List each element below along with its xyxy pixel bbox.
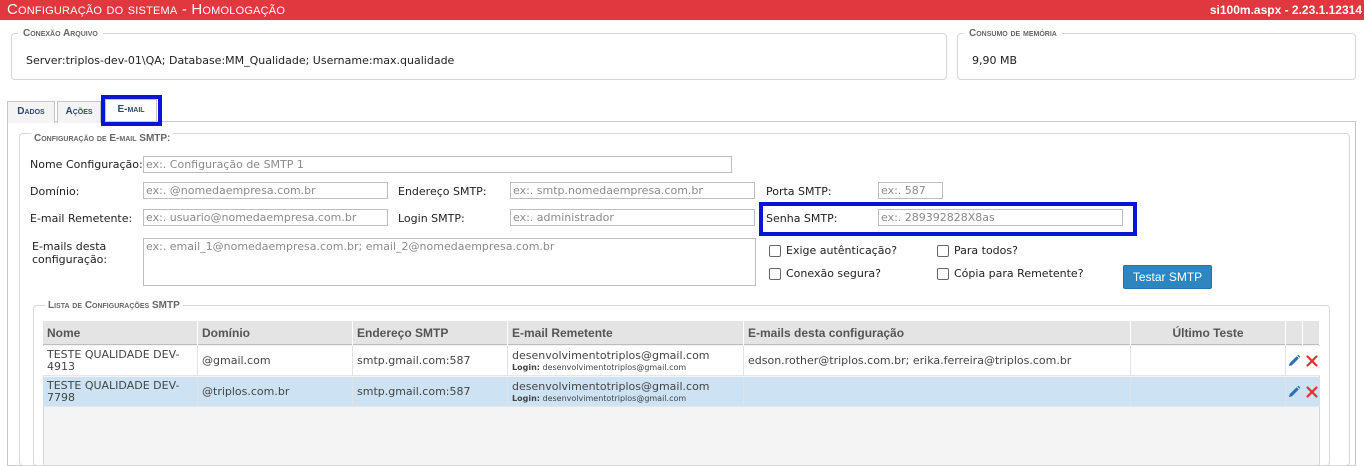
emails-configuracao-label-line2: configuração: [32, 253, 108, 266]
endereco-smtp-input[interactable] [510, 182, 755, 199]
endereco-smtp-label: Endereço SMTP: [398, 185, 487, 198]
emails-configuracao-textarea[interactable] [143, 238, 756, 286]
login-smtp-label: Login SMTP: [398, 212, 465, 225]
cell-remetente-login: Login: desenvolvimentotriplos@gmail.com [512, 362, 743, 373]
email-remetente-input[interactable] [143, 209, 388, 226]
title-bar: Configuração do sistema - Homologação si… [0, 0, 1364, 20]
cell-remetente: desenvolvimentotriplos@gmail.com Login: … [508, 346, 744, 376]
cell-emails: edson.rother@triplos.com.br; erika.ferre… [744, 346, 1131, 376]
testar-smtp-button[interactable]: Testar SMTP [1123, 265, 1212, 289]
login-label: Login: [512, 393, 540, 403]
senha-smtp-highlight [759, 202, 1137, 236]
cell-remetente: desenvolvimentotriplos@gmail.com Login: … [508, 377, 744, 407]
grid-header: Nome Domínio Endereço SMTP E-mail Remete… [43, 321, 1320, 345]
page-title: Configuração do sistema - Homologação [7, 1, 286, 18]
email-remetente-label: E-mail Remetente: [30, 212, 133, 225]
tab-acoes[interactable]: Ações [57, 101, 101, 123]
cell-nome: TESTE QUALIDADE DEV- 4913 [43, 346, 198, 376]
emails-configuracao-label: E-mails desta configuração: [32, 240, 107, 266]
cell-dominio: @triplos.com.br [198, 377, 353, 407]
conexao-arquivo-value: Server:triplos-dev-01\QA; Database:MM_Qu… [26, 54, 455, 67]
copia-remetente-box[interactable] [937, 267, 949, 280]
login-value: desenvolvimentotriplos@gmail.com [542, 393, 687, 403]
tab-email-highlight [101, 95, 162, 126]
cell-emails [744, 377, 1131, 407]
column-header-dominio[interactable]: Domínio [198, 321, 353, 345]
login-smtp-input[interactable] [510, 209, 755, 226]
para-todos-checkbox[interactable]: Para todos? [937, 244, 1018, 257]
conexao-segura-box[interactable] [769, 267, 781, 280]
cell-nome-line2: 7798 [47, 391, 75, 404]
column-header-delete [1303, 321, 1320, 345]
tab-dados[interactable]: Dados [7, 101, 55, 123]
edit-icon[interactable] [1287, 385, 1301, 399]
cell-nome: TESTE QUALIDADE DEV- 7798 [43, 377, 198, 407]
cell-remetente-email: desenvolvimentotriplos@gmail.com [512, 348, 710, 362]
cell-nome-line2: 4913 [47, 360, 75, 373]
column-header-ultimo-teste[interactable]: Último Teste [1131, 321, 1286, 345]
conexao-segura-checkbox[interactable]: Conexão segura? [769, 267, 881, 280]
cell-remetente-login: Login: desenvolvimentotriplos@gmail.com [512, 393, 743, 404]
table-row[interactable]: TESTE QUALIDADE DEV- 4913 @gmail.com smt… [43, 346, 1320, 376]
version-label: si100m.aspx - 2.23.1.12314 [1209, 3, 1362, 17]
column-header-edit [1286, 321, 1303, 345]
copia-remetente-label: Cópia para Remetente? [954, 267, 1084, 280]
cell-ultimo-teste [1131, 377, 1286, 407]
porta-smtp-label: Porta SMTP: [766, 185, 832, 198]
para-todos-label: Para todos? [954, 244, 1018, 257]
login-value: desenvolvimentotriplos@gmail.com [542, 362, 687, 372]
delete-icon[interactable] [1305, 354, 1319, 368]
table-row[interactable]: TESTE QUALIDADE DEV- 7798 @triplos.com.b… [43, 377, 1320, 407]
nome-configuracao-label: Nome Configuração: [30, 158, 143, 171]
cell-ultimo-teste [1131, 346, 1286, 376]
delete-icon[interactable] [1305, 385, 1319, 399]
smtp-config-legend: Configuração de E-mail SMTP: [31, 133, 174, 144]
edit-icon[interactable] [1287, 354, 1301, 368]
dominio-input[interactable] [143, 182, 388, 199]
exige-autenticacao-checkbox[interactable]: Exige autênticação? [769, 244, 897, 257]
column-header-endereco[interactable]: Endereço SMTP [353, 321, 508, 345]
cell-endereco: smtp.gmail.com:587 [353, 377, 508, 407]
login-label: Login: [512, 362, 540, 372]
conexao-segura-label: Conexão segura? [786, 267, 881, 280]
consumo-memoria-value: 9,90 MB [972, 54, 1018, 67]
para-todos-box[interactable] [937, 244, 949, 257]
copia-remetente-checkbox[interactable]: Cópia para Remetente? [937, 267, 1084, 280]
exige-autenticacao-box[interactable] [769, 244, 781, 257]
emails-configuracao-label-line1: E-mails desta [32, 240, 107, 253]
cell-remetente-email: desenvolvimentotriplos@gmail.com [512, 379, 710, 393]
column-header-emails[interactable]: E-mails desta configuração [744, 321, 1131, 345]
column-header-nome[interactable]: Nome [43, 321, 198, 345]
cell-endereco: smtp.gmail.com:587 [353, 346, 508, 376]
conexao-arquivo-legend: Conexão Arquivo [23, 28, 98, 39]
dominio-label: Domínio: [30, 185, 80, 198]
consumo-memoria-legend: Consumo de memória [969, 28, 1057, 39]
cell-dominio: @gmail.com [198, 346, 353, 376]
exige-autenticacao-label: Exige autênticação? [786, 244, 898, 257]
column-header-remetente[interactable]: E-mail Remetente [508, 321, 744, 345]
nome-configuracao-input[interactable] [143, 156, 732, 173]
lista-configuracoes-legend: Lista de Configurações SMTP [45, 300, 183, 311]
porta-smtp-input[interactable] [878, 182, 943, 199]
